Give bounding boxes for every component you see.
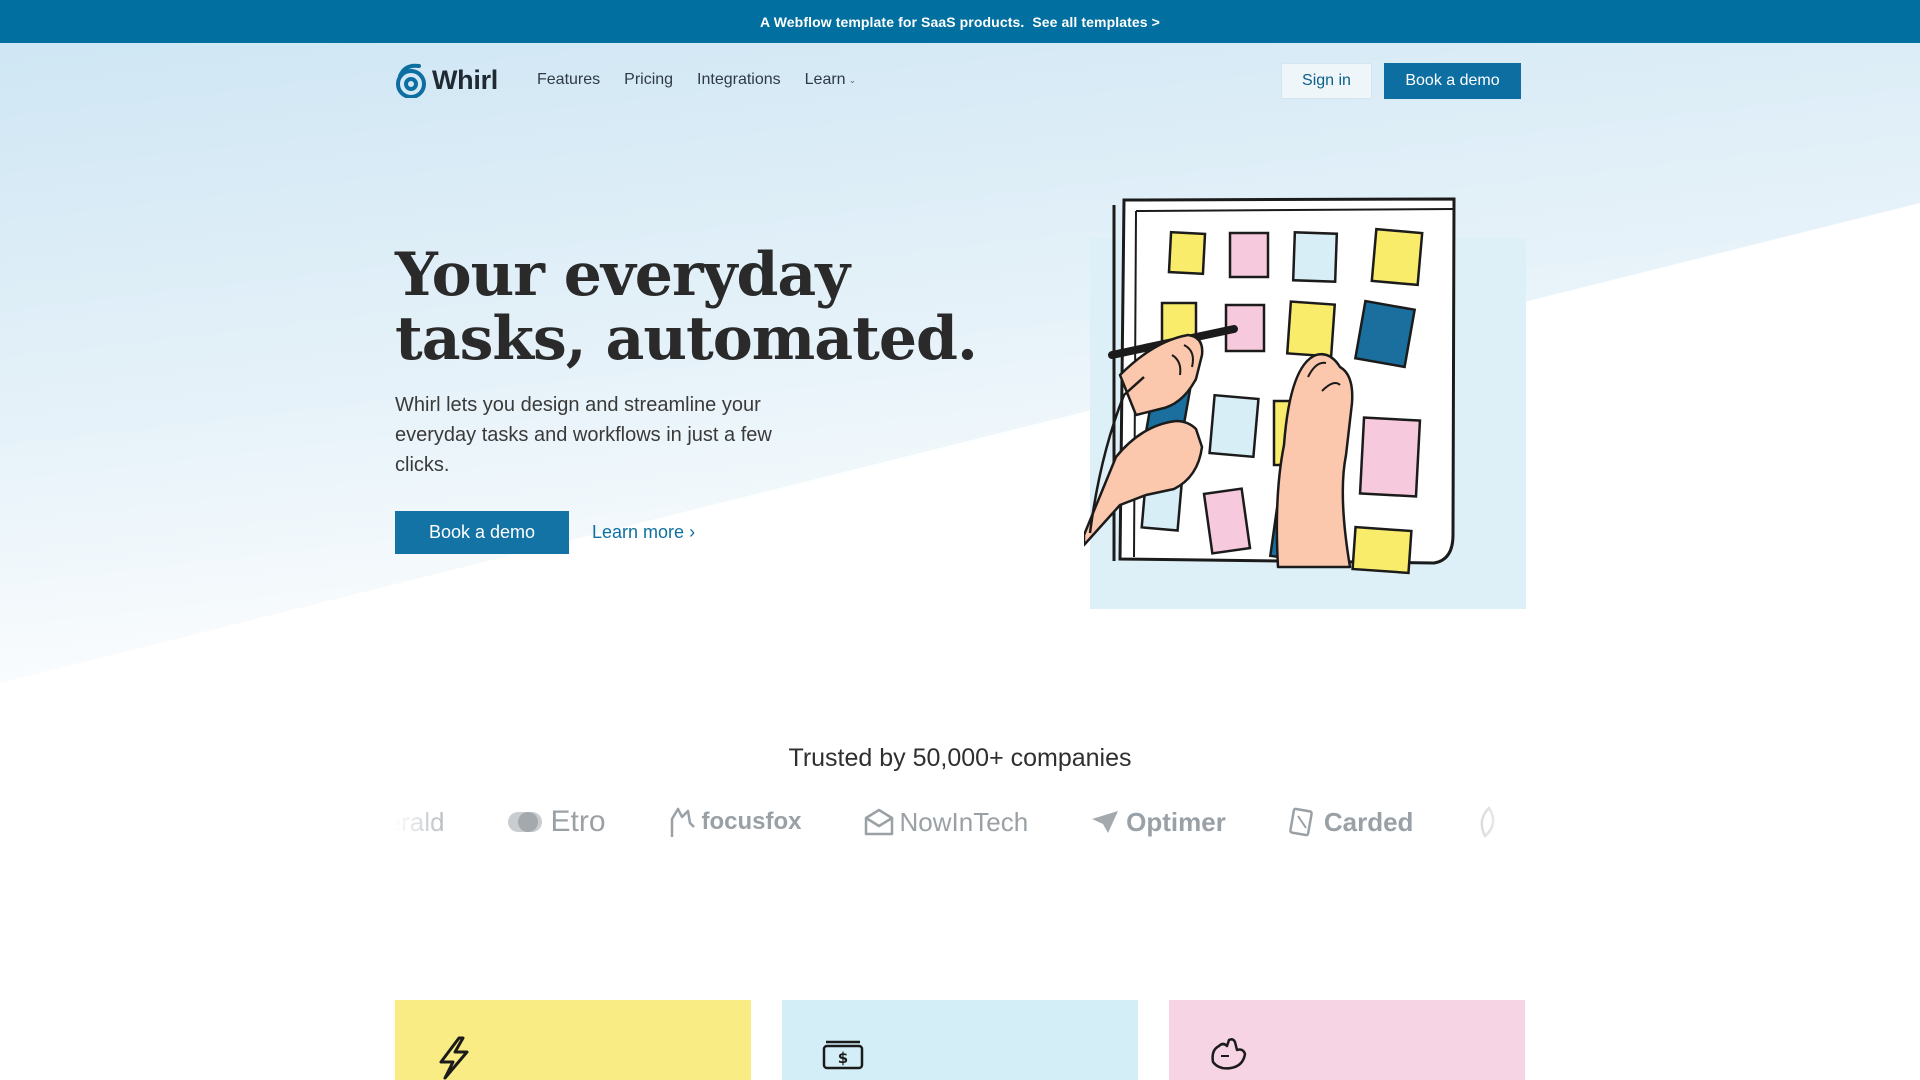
sticky-notes-illustration [1084,197,1526,609]
nav-item-features[interactable]: Features [537,71,600,89]
brand-nowintech-label: NowInTech [899,806,1029,837]
banner-text: A Webflow template for SaaS products. [760,13,1025,30]
svg-text:$: $ [838,1049,848,1067]
brand-name: Whirl [432,64,498,95]
whirl-logo-icon [396,63,426,98]
nav-item-integrations[interactable]: Integrations [697,71,781,89]
logo-strip-fade-left [395,800,465,844]
logo-strip: merald Etro focusfox NowInTech Optimer C… [395,800,1525,844]
money-icon: $ [822,1040,864,1070]
brand-nowintech: NowInTech [864,806,1029,838]
brand-focusfox: focusfox [668,805,802,839]
cards-logo-icon [1288,807,1313,837]
brand-carded: Carded [1288,806,1414,838]
lightning-icon [439,1036,469,1080]
announcement-banner: A Webflow template for SaaS products. Se… [0,0,1920,43]
brand-focusfox-label: focusfox [701,808,802,835]
chevron-down-icon: ⌄ [848,74,857,85]
hand-icon [1211,1038,1247,1070]
nav-item-label: Integrations [697,71,781,88]
learn-more-link[interactable]: Learn more › [592,522,695,543]
sign-in-button[interactable]: Sign in [1281,63,1372,99]
brand-etro-label: Etro [550,805,606,838]
paper-plane-logo-icon [1092,811,1119,833]
chevron-right-icon: › [689,522,696,542]
envelope-logo-icon [864,808,893,836]
learn-more-label: Learn more [592,522,685,542]
banner-link[interactable]: See all templates > [1032,14,1160,30]
nav-item-label: Learn [804,71,846,88]
feature-card-2: $ [782,1000,1138,1080]
nav-item-label: Features [537,71,601,88]
hero-subtitle: Whirl lets you design and streamline you… [395,394,772,476]
brand-optimer-label: Optimer [1126,806,1226,837]
nav-item-pricing[interactable]: Pricing [624,71,673,89]
hero-title-line-2: tasks, automated. [395,304,978,374]
logo-row: merald Etro focusfox NowInTech Optimer C… [395,800,1525,844]
brand-etro: Etro [506,805,606,839]
navbar: Whirl Features Pricing Integrations Lear… [0,43,1920,119]
hero-title: Your everyday tasks, automated. [395,240,978,374]
trusted-heading: Trusted by 50,000+ companies [788,744,1132,772]
brand-carded-label: Carded [1323,806,1414,837]
etro-logo-icon [508,812,543,832]
feature-card-1 [395,1000,751,1080]
fox-logo-icon [670,807,695,837]
nav-book-demo-button[interactable]: Book a demo [1384,63,1521,99]
feature-card-3 [1169,1000,1525,1080]
nav-item-learn[interactable]: Learn ⌄ [805,71,856,89]
logo-strip-fade-right [1455,800,1525,844]
hero-title-line-1: Your everyday [395,240,850,310]
nav-links: Features Pricing Integrations Learn ⌄ [537,71,880,89]
brand-optimer: Optimer [1090,807,1226,838]
brand-logo[interactable]: Whirl [395,62,498,98]
hero-book-demo-button[interactable]: Book a demo [395,511,569,554]
nav-item-label: Pricing [624,71,674,88]
